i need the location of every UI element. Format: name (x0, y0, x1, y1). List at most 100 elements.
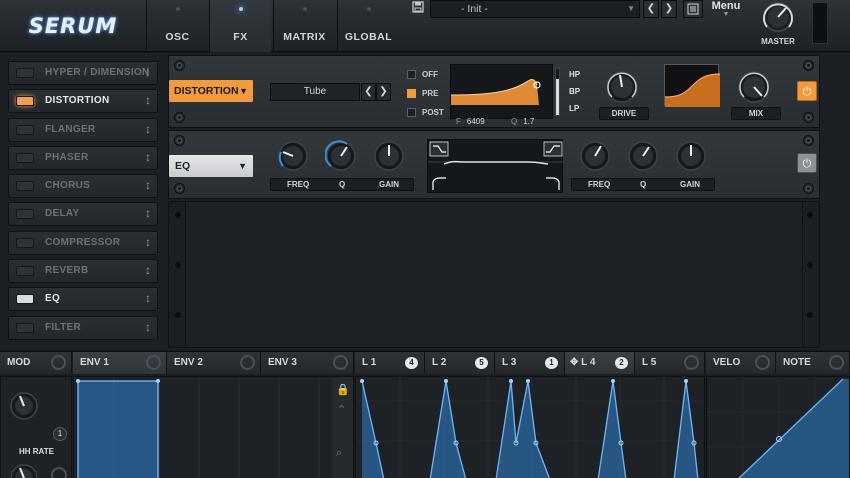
power-icon[interactable]: ⏻ (797, 81, 817, 101)
fx-item-phaser[interactable]: PHASER ↕ (8, 145, 158, 170)
fx-toggle[interactable] (16, 181, 34, 192)
tab-global[interactable]: GLOBAL (337, 0, 399, 52)
drag-handle-icon[interactable]: ↕ (145, 178, 151, 192)
eq-left-freq-knob[interactable] (277, 140, 309, 172)
fx-item-flanger[interactable]: FLANGER ↕ (8, 117, 158, 142)
mix-knob[interactable] (737, 70, 771, 104)
eq-module: EQ ▼ FREQ Q GAIN FREQ Q GAIN ⏻ (168, 130, 820, 199)
power-icon[interactable]: ⏻ (797, 153, 817, 173)
eq-type-selector[interactable]: EQ ▼ (169, 155, 253, 177)
filter-hp-label[interactable]: HP (569, 70, 580, 79)
tab-lfo4[interactable]: ✥ L 42 (565, 352, 635, 374)
fx-list: HYPER / DIMENSION ↕ DISTORTION ↕ FLANGER… (8, 61, 158, 344)
screw (803, 112, 814, 123)
tab-env2[interactable]: ENV 2 (167, 352, 261, 374)
drag-handle-icon[interactable]: ↕ (145, 65, 151, 79)
fx-toggle[interactable] (16, 322, 34, 333)
tab-fx[interactable]: FX (209, 0, 271, 52)
velocity-curve-editor[interactable] (706, 376, 850, 478)
screw (174, 112, 185, 123)
tab-env1[interactable]: ENV 1 (73, 352, 167, 374)
rail-dot (807, 212, 813, 218)
mod-ring-icon (684, 355, 699, 370)
fx-item-delay[interactable]: DELAY ↕ (8, 202, 158, 227)
fx-toggle[interactable] (16, 124, 34, 135)
tab-osc[interactable]: OSC (146, 0, 208, 52)
fx-toggle[interactable] (16, 209, 34, 220)
drag-handle-icon[interactable]: ↕ (145, 291, 151, 305)
drag-handle-icon[interactable]: ↕ (145, 122, 151, 136)
preset-name-display[interactable]: - Init - ▼ (430, 0, 640, 18)
eq-left-q-knob[interactable] (325, 140, 357, 172)
save-icon[interactable] (409, 0, 427, 18)
envelope-editor[interactable]: 🔒 ⌃ ⌕ (73, 376, 354, 478)
distortion-mode-display[interactable]: Tube (270, 83, 360, 101)
tab-led (302, 7, 307, 11)
master-knob[interactable] (748, 0, 808, 40)
prepost-off[interactable]: OFF (407, 68, 438, 80)
filter-bp-label[interactable]: BP (569, 87, 580, 96)
prepost-post[interactable]: POST (407, 106, 444, 118)
lock-icon[interactable]: 🔒 (336, 383, 350, 396)
master-volume[interactable]: MASTER (748, 0, 808, 52)
tab-env3[interactable]: ENV 3 (261, 352, 354, 374)
filter-type-slider[interactable] (555, 68, 560, 116)
fx-item-reverb[interactable]: REVERB ↕ (8, 259, 158, 284)
output-meter (812, 2, 828, 44)
screw (174, 60, 185, 71)
distortion-type-selector[interactable]: DISTORTION ▼ (169, 80, 253, 102)
tab-lfo5[interactable]: L 5 (635, 352, 705, 374)
eq-right-q-knob[interactable] (627, 140, 659, 172)
distortion-filter-graph[interactable]: F 6409 Q 1.7 (450, 64, 553, 126)
fx-item-hyper-dimension[interactable]: HYPER / DIMENSION ↕ (8, 61, 158, 85)
preset-area: - Init - ▼ ❮ ❯ Menu ▼ (403, 0, 741, 52)
fx-area: HYPER / DIMENSION ↕ DISTORTION ↕ FLANGER… (0, 53, 850, 350)
chevron-right-icon[interactable]: ❯ (661, 0, 677, 18)
chevron-left-icon[interactable]: ❮ (361, 83, 376, 101)
fx-item-chorus[interactable]: CHORUS ↕ (8, 174, 158, 199)
tab-lfo2[interactable]: L 25 (425, 352, 495, 374)
fx-item-filter[interactable]: FILTER ↕ (8, 315, 158, 340)
drag-handle-icon[interactable]: ↕ (145, 150, 151, 164)
menu-button[interactable]: Menu ▼ (709, 0, 743, 18)
chevron-down-icon: ▼ (239, 86, 248, 96)
fx-toggle[interactable] (16, 266, 34, 277)
fx-item-compressor[interactable]: COMPRESSOR ↕ (8, 230, 158, 255)
drag-handle-icon[interactable]: ↕ (145, 320, 151, 334)
fx-item-distortion[interactable]: DISTORTION ↕ (8, 89, 158, 114)
drive-knob[interactable] (605, 70, 639, 104)
move-icon[interactable]: ✥ (570, 357, 578, 368)
mod-ring-icon (51, 355, 66, 370)
drag-handle-icon[interactable]: ↕ (145, 235, 151, 249)
zoom-icon[interactable]: ⌕ (336, 447, 342, 460)
chevron-up-icon[interactable]: ⌃ (337, 403, 346, 416)
drag-handle-icon[interactable]: ↕ (145, 263, 151, 277)
chevron-down-icon: ▼ (627, 4, 635, 13)
eq-left-gain-knob[interactable] (373, 140, 405, 172)
eq-curve-display[interactable] (427, 139, 564, 193)
mod-knob-2[interactable] (9, 463, 39, 478)
eq-right-freq-knob[interactable] (579, 140, 611, 172)
browser-icon[interactable] (683, 0, 703, 18)
eq-right-gain-knob[interactable] (675, 140, 707, 172)
tab-lfo1[interactable]: L 14 (355, 352, 425, 374)
drag-handle-icon[interactable]: ↕ (145, 93, 151, 107)
tab-note[interactable]: NOTE (776, 352, 850, 374)
lfo-editor[interactable] (355, 376, 705, 478)
tab-lfo3[interactable]: L 31 (495, 352, 565, 374)
chevron-right-icon[interactable]: ❯ (376, 83, 391, 101)
drag-handle-icon[interactable]: ↕ (145, 206, 151, 220)
fx-toggle[interactable] (16, 96, 34, 107)
tab-mod[interactable]: MOD (0, 352, 72, 374)
prepost-pre[interactable]: PRE (407, 87, 438, 99)
tab-velo[interactable]: VELO (706, 352, 776, 374)
fx-toggle[interactable] (16, 237, 34, 248)
fx-item-eq[interactable]: EQ ↕ (8, 287, 158, 312)
filter-lp-label[interactable]: LP (569, 104, 579, 113)
fx-toggle[interactable] (16, 68, 34, 78)
chevron-left-icon[interactable]: ❮ (643, 0, 659, 18)
fx-toggle[interactable] (16, 294, 34, 305)
fx-toggle[interactable] (16, 152, 34, 163)
tab-matrix[interactable]: MATRIX (273, 0, 335, 52)
hh-rate-knob[interactable] (9, 391, 39, 421)
